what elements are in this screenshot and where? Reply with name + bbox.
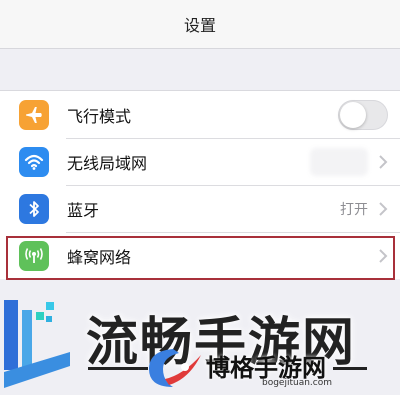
watermark-brand-logo-icon (149, 349, 201, 387)
settings-row-bluetooth[interactable]: 蓝牙 打开 (0, 185, 400, 232)
settings-row-label: 无线局域网 (67, 153, 148, 173)
watermark-domain: bogejituan.com (262, 378, 333, 388)
settings-list: 飞行模式 无线局域网 蓝牙 打开 蜂窝网络 (0, 90, 400, 279)
watermark-rule (88, 367, 148, 370)
bluetooth-status-value: 打开 (340, 201, 368, 218)
cellular-icon (19, 240, 49, 271)
bluetooth-icon (19, 193, 49, 224)
settings-row-airplane-mode[interactable]: 飞行模式 (0, 91, 400, 138)
settings-row-label: 飞行模式 (67, 106, 132, 126)
toggle-knob (340, 101, 366, 128)
wifi-icon (19, 146, 49, 177)
redacted-network-name (310, 147, 368, 176)
settings-row-cellular[interactable]: 蜂窝网络 (0, 232, 400, 279)
chevron-right-icon (379, 248, 388, 263)
watermark-logo-icon (4, 300, 70, 388)
navigation-bar: 设置 (0, 0, 400, 49)
settings-row-label: 蜂窝网络 (67, 247, 132, 267)
settings-row-wlan[interactable]: 无线局域网 (0, 138, 400, 185)
airplane-icon (19, 99, 49, 130)
chevron-right-icon (379, 201, 388, 216)
page-title: 设置 (183, 16, 216, 35)
chevron-right-icon (379, 154, 388, 169)
airplane-mode-toggle[interactable] (338, 99, 388, 130)
watermark-rule (333, 367, 367, 370)
settings-row-label: 蓝牙 (67, 200, 100, 220)
